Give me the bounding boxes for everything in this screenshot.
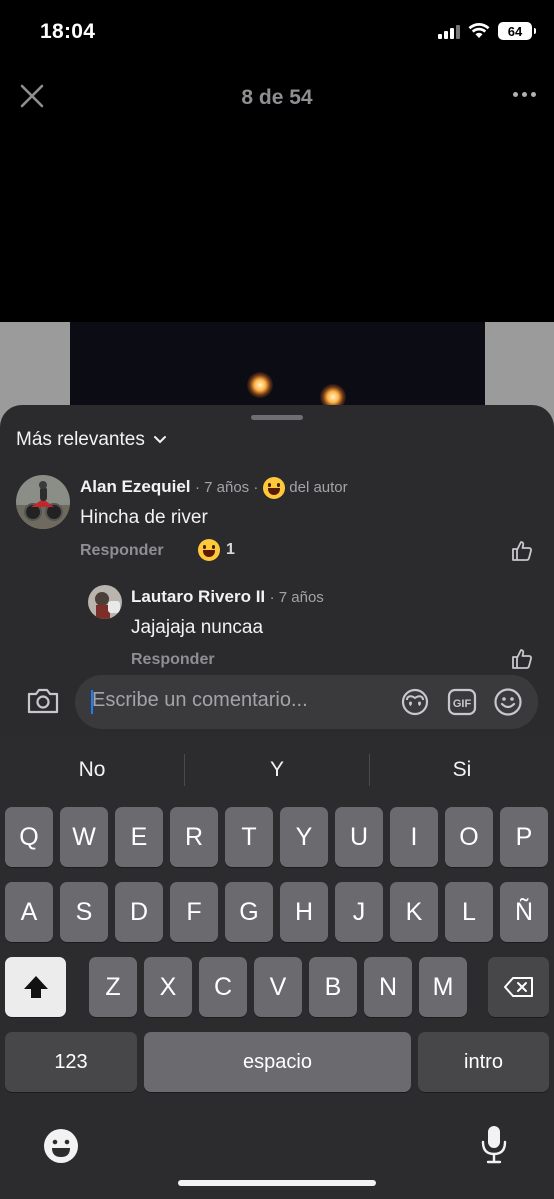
shift-key[interactable] xyxy=(5,957,66,1017)
key-j[interactable]: J xyxy=(335,882,383,942)
shift-icon xyxy=(23,976,48,998)
keyboard: No Y Si QWERTYUIOPASDFGHJKLÑZXCVBNM 123 … xyxy=(0,736,554,1199)
home-indicator xyxy=(178,1180,376,1186)
reaction-summary[interactable]: 1 xyxy=(198,539,235,561)
key-t[interactable]: T xyxy=(225,807,273,867)
sheet-grabber[interactable] xyxy=(251,415,303,420)
comment-text: Jajajaja nuncaa xyxy=(131,617,264,638)
gif-icon[interactable]: GIF xyxy=(447,687,477,717)
reply-button[interactable]: Responder xyxy=(131,651,215,669)
photo-counter: 8 de 54 xyxy=(241,86,313,109)
emoji-icon[interactable] xyxy=(493,687,523,717)
key-r[interactable]: R xyxy=(170,807,218,867)
keyboard-emoji-icon[interactable] xyxy=(42,1127,80,1165)
key-e[interactable]: E xyxy=(115,807,163,867)
author-reaction-emoji-icon xyxy=(262,477,285,499)
status-time: 18:04 xyxy=(40,20,96,43)
key-s[interactable]: S xyxy=(60,882,108,942)
sort-dropdown[interactable]: Más relevantes xyxy=(16,429,167,451)
key-n[interactable]: N xyxy=(364,957,412,1017)
comment-reply: Lautaro Rivero II · 7 años Jajajaja nunc… xyxy=(0,581,554,671)
comment-input[interactable]: Escribe un comentario... GIF xyxy=(75,675,538,729)
suggestion[interactable]: No xyxy=(0,758,184,782)
predictive-bar: No Y Si xyxy=(0,736,554,804)
key-g[interactable]: G xyxy=(225,882,273,942)
delete-icon xyxy=(503,977,533,997)
key-a[interactable]: A xyxy=(5,882,53,942)
key-f[interactable]: F xyxy=(170,882,218,942)
key-l[interactable]: L xyxy=(445,882,493,942)
laughing-emoji-icon xyxy=(198,539,220,561)
space-key[interactable]: espacio xyxy=(144,1032,411,1092)
key-q[interactable]: Q xyxy=(5,807,53,867)
author-badge: del autor xyxy=(289,479,348,497)
comment-input-placeholder: Escribe un comentario... xyxy=(92,689,308,711)
key-c[interactable]: C xyxy=(199,957,247,1017)
key-y[interactable]: Y xyxy=(280,807,328,867)
status-icons: 64 xyxy=(438,22,536,40)
chevron-down-icon xyxy=(153,436,166,444)
comment-time: · 7 años · xyxy=(194,479,259,497)
key-b[interactable]: B xyxy=(309,957,357,1017)
suggestion[interactable]: Y xyxy=(185,758,369,782)
key-m[interactable]: M xyxy=(419,957,467,1017)
comment-author[interactable]: Lautaro Rivero II xyxy=(131,587,265,606)
avatar[interactable] xyxy=(16,475,70,529)
sort-label: Más relevantes xyxy=(16,429,145,450)
camera-icon[interactable] xyxy=(26,686,60,716)
key-h[interactable]: H xyxy=(280,882,328,942)
reaction-count: 1 xyxy=(226,541,235,558)
delete-key[interactable] xyxy=(488,957,549,1017)
comment-author[interactable]: Alan Ezequiel xyxy=(80,477,191,496)
key-v[interactable]: V xyxy=(254,957,302,1017)
key-k[interactable]: K xyxy=(390,882,438,942)
key-w[interactable]: W xyxy=(60,807,108,867)
key-p[interactable]: P xyxy=(500,807,548,867)
key-d[interactable]: D xyxy=(115,882,163,942)
comment-text: Hincha de river xyxy=(80,507,208,528)
return-key[interactable]: intro xyxy=(418,1032,549,1092)
photo-light xyxy=(247,372,273,398)
battery-indicator: 64 xyxy=(498,22,536,40)
suggestion[interactable]: Si xyxy=(370,758,554,782)
like-icon[interactable] xyxy=(510,647,534,671)
avatar[interactable] xyxy=(88,585,122,619)
more-icon[interactable] xyxy=(513,92,536,97)
photo-viewer-header: 8 de 54 xyxy=(0,66,554,128)
wifi-icon xyxy=(468,23,490,38)
key-o[interactable]: O xyxy=(445,807,493,867)
key-u[interactable]: U xyxy=(335,807,383,867)
cellular-signal-icon xyxy=(438,23,460,39)
comment-composer: Escribe un comentario... GIF xyxy=(0,672,554,732)
key-ñ[interactable]: Ñ xyxy=(500,882,548,942)
key-z[interactable]: Z xyxy=(89,957,137,1017)
key-i[interactable]: I xyxy=(390,807,438,867)
numbers-key[interactable]: 123 xyxy=(5,1032,137,1092)
avatar-stickers-icon[interactable] xyxy=(400,687,430,717)
gif-label: GIF xyxy=(453,698,472,710)
comment-time: · 7 años xyxy=(269,589,324,606)
comment: Alan Ezequiel · 7 años · del autor Hinch… xyxy=(0,471,554,561)
key-x[interactable]: X xyxy=(144,957,192,1017)
like-icon[interactable] xyxy=(510,539,534,563)
reply-button[interactable]: Responder xyxy=(80,542,164,560)
microphone-icon[interactable] xyxy=(479,1124,509,1166)
status-bar: 18:04 64 xyxy=(0,0,554,66)
